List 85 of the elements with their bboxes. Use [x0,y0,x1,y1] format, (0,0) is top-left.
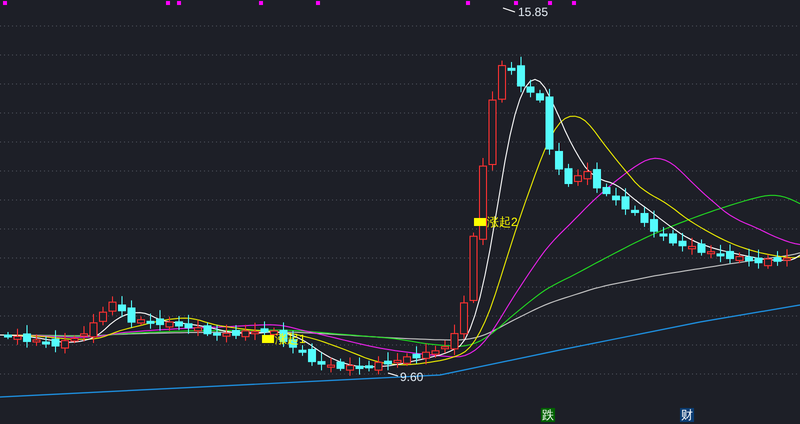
candlestick [669,229,677,246]
candlestick [498,60,506,104]
candlestick [441,340,449,354]
candlestick [546,88,554,156]
candlestick [308,342,316,366]
candlestick [716,244,724,263]
candlestick [99,306,107,326]
candlestick [184,314,192,334]
candlestick [517,56,525,93]
candlestick [650,210,658,238]
candlestick [745,248,753,268]
candlestick [204,322,212,337]
candlestick [194,320,202,336]
leader-line [502,8,516,12]
candlestick [394,352,402,368]
signal-marker-icon [474,218,486,226]
candlestick [260,320,268,338]
candlestick [707,244,715,259]
candlestick [631,205,639,216]
event-marker: 跌 [541,408,555,422]
candlestick [640,206,648,228]
candlestick [118,296,126,318]
candlestick [584,162,592,186]
candlestick [774,250,782,266]
candlestick [384,352,392,371]
candlestick [450,324,458,356]
candlestick [166,316,174,332]
candlestick [612,187,620,206]
candlestick [574,168,582,186]
candlestick [622,188,630,216]
candlestick [422,343,430,365]
candlestick [32,334,40,346]
candlestick [526,79,534,98]
candlestick [251,322,259,340]
candlestick [783,248,791,267]
candlestick [432,345,440,358]
candlestick [374,356,382,375]
candlestick [61,332,69,354]
candlestick [564,163,572,188]
candlestick [232,324,240,340]
candlestick [688,237,696,256]
candlestick [678,232,686,252]
candlestick [536,89,544,104]
candlestick [213,324,221,342]
candlestick [356,356,364,376]
event-marker: 财 [680,408,694,422]
candlestick [736,252,744,264]
candlestick [726,244,734,264]
leader-line [388,372,398,376]
candlestick [470,232,478,304]
candlestick [327,357,335,373]
candlestick [298,344,306,356]
candlestick [90,314,98,344]
candlestick [764,254,772,270]
candlestick [146,313,154,330]
candlestick [336,358,344,372]
candlestick [460,295,468,340]
candlestick [14,328,22,346]
candlestick [660,226,668,242]
candlestick [80,326,88,342]
candlestick [128,300,136,328]
candlestick [108,296,116,316]
candlestick [508,62,516,76]
candlestick [222,324,230,343]
candlestick [602,183,610,197]
candlestick [70,334,78,344]
candlestick [403,352,411,366]
candlestick [156,310,164,332]
candlestick [412,346,420,364]
candlestick [698,238,706,256]
signal-marker-icon [262,335,274,343]
candlestick [346,356,354,376]
candlestick [242,324,250,342]
candlestick [365,360,373,372]
candlestick [754,249,762,270]
candlestick [175,316,183,331]
candlestick [318,352,326,371]
high-price-label: 15.85 [518,4,548,21]
candlestick [593,162,601,194]
candlestick [555,142,563,176]
candlestick [23,324,31,348]
candlestick [52,330,60,353]
candlestick [4,332,12,340]
candlestick [42,336,50,348]
candlestick [137,316,145,326]
